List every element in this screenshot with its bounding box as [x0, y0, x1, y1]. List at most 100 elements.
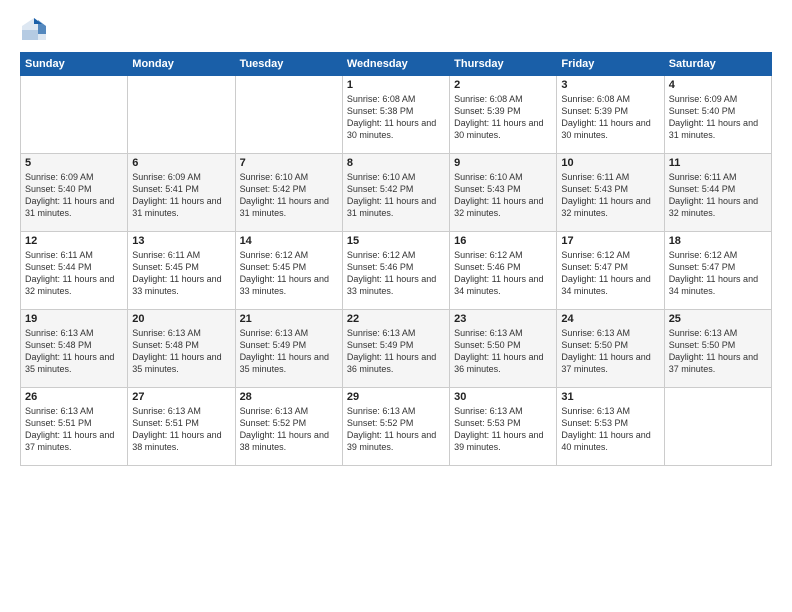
weekday-header-thursday: Thursday	[450, 53, 557, 76]
day-detail: Sunrise: 6:13 AMSunset: 5:51 PMDaylight:…	[25, 405, 123, 454]
day-number: 25	[669, 313, 767, 325]
day-number: 1	[347, 79, 445, 91]
day-detail: Sunrise: 6:09 AMSunset: 5:40 PMDaylight:…	[25, 171, 123, 220]
calendar-day-13: 13 Sunrise: 6:11 AMSunset: 5:45 PMDayligh…	[128, 232, 235, 310]
day-detail: Sunrise: 6:12 AMSunset: 5:46 PMDaylight:…	[454, 249, 552, 298]
day-detail: Sunrise: 6:09 AMSunset: 5:40 PMDaylight:…	[669, 93, 767, 142]
day-number: 7	[240, 157, 338, 169]
day-number: 17	[561, 235, 659, 247]
weekday-header-wednesday: Wednesday	[342, 53, 449, 76]
day-detail: Sunrise: 6:08 AMSunset: 5:39 PMDaylight:…	[454, 93, 552, 142]
day-number: 30	[454, 391, 552, 403]
calendar-day-18: 18 Sunrise: 6:12 AMSunset: 5:47 PMDayligh…	[664, 232, 771, 310]
calendar-day-6: 6 Sunrise: 6:09 AMSunset: 5:41 PMDaylight…	[128, 154, 235, 232]
day-detail: Sunrise: 6:12 AMSunset: 5:46 PMDaylight:…	[347, 249, 445, 298]
day-detail: Sunrise: 6:11 AMSunset: 5:44 PMDaylight:…	[25, 249, 123, 298]
calendar-day-empty	[664, 388, 771, 466]
day-detail: Sunrise: 6:12 AMSunset: 5:47 PMDaylight:…	[561, 249, 659, 298]
day-detail: Sunrise: 6:09 AMSunset: 5:41 PMDaylight:…	[132, 171, 230, 220]
day-number: 19	[25, 313, 123, 325]
calendar-day-26: 26 Sunrise: 6:13 AMSunset: 5:51 PMDayligh…	[21, 388, 128, 466]
day-number: 3	[561, 79, 659, 91]
calendar-day-19: 19Sunrise: 6:13 AMSunset: 5:48 PMDayligh…	[21, 310, 128, 388]
calendar-day-21: 21Sunrise: 6:13 AMSunset: 5:49 PMDayligh…	[235, 310, 342, 388]
calendar-week-row: 19 Sunrise: 6:13 AMSunset: 5:48 PMDayligh…	[21, 310, 772, 388]
calendar-day-11: 11Sunrise: 6:11 AMSunset: 5:44 PMDayligh…	[664, 154, 771, 232]
logo	[20, 16, 52, 44]
day-number: 20	[132, 313, 230, 325]
day-detail: Sunrise: 6:08 AMSunset: 5:38 PMDaylight:…	[347, 93, 445, 142]
day-number: 6	[132, 157, 230, 169]
calendar-day-27: 27 Sunrise: 6:13 AMSunset: 5:51 PMDayligh…	[128, 388, 235, 466]
calendar-day-5: 5 Sunrise: 6:09 AMSunset: 5:40 PMDaylight…	[21, 154, 128, 232]
day-number: 4	[669, 79, 767, 91]
calendar-day-7: 7 Sunrise: 6:10 AMSunset: 5:42 PMDaylight…	[235, 154, 342, 232]
day-number: 27	[132, 391, 230, 403]
day-detail: Sunrise: 6:13 AMSunset: 5:52 PMDaylight:…	[240, 405, 338, 454]
calendar-week-row: 5 Sunrise: 6:09 AMSunset: 5:40 PMDaylight…	[21, 154, 772, 232]
calendar-day-25: 25 Sunrise: 6:13 AMSunset: 5:50 PMDayligh…	[664, 310, 771, 388]
day-detail: Sunrise: 6:11 AMSunset: 5:43 PMDaylight:…	[561, 171, 659, 220]
day-detail: Sunrise: 6:10 AMSunset: 5:42 PMDaylight:…	[240, 171, 338, 220]
calendar-day-2: 2Sunrise: 6:08 AMSunset: 5:39 PMDaylight…	[450, 76, 557, 154]
calendar-day-12: 12 Sunrise: 6:11 AMSunset: 5:44 PMDayligh…	[21, 232, 128, 310]
day-number: 31	[561, 391, 659, 403]
weekday-header-tuesday: Tuesday	[235, 53, 342, 76]
calendar-day-empty	[21, 76, 128, 154]
calendar-day-24: 24Sunrise: 6:13 AMSunset: 5:50 PMDayligh…	[557, 310, 664, 388]
calendar-day-1: 1 Sunrise: 6:08 AMSunset: 5:38 PMDaylight…	[342, 76, 449, 154]
day-number: 26	[25, 391, 123, 403]
calendar-day-17: 17 Sunrise: 6:12 AMSunset: 5:47 PMDayligh…	[557, 232, 664, 310]
weekday-header-monday: Monday	[128, 53, 235, 76]
day-number: 15	[347, 235, 445, 247]
day-detail: Sunrise: 6:13 AMSunset: 5:49 PMDaylight:…	[347, 327, 445, 376]
calendar-day-31: 31 Sunrise: 6:13 AMSunset: 5:53 PMDayligh…	[557, 388, 664, 466]
day-detail: Sunrise: 6:08 AMSunset: 5:39 PMDaylight:…	[561, 93, 659, 142]
day-number: 28	[240, 391, 338, 403]
calendar-day-28: 28 Sunrise: 6:13 AMSunset: 5:52 PMDayligh…	[235, 388, 342, 466]
day-detail: Sunrise: 6:13 AMSunset: 5:50 PMDaylight:…	[561, 327, 659, 376]
calendar-day-14: 14 Sunrise: 6:12 AMSunset: 5:45 PMDayligh…	[235, 232, 342, 310]
day-number: 13	[132, 235, 230, 247]
day-number: 12	[25, 235, 123, 247]
calendar-week-row: 26 Sunrise: 6:13 AMSunset: 5:51 PMDayligh…	[21, 388, 772, 466]
calendar-day-empty	[128, 76, 235, 154]
day-number: 9	[454, 157, 552, 169]
day-detail: Sunrise: 6:10 AMSunset: 5:43 PMDaylight:…	[454, 171, 552, 220]
day-number: 16	[454, 235, 552, 247]
calendar-day-3: 3 Sunrise: 6:08 AMSunset: 5:39 PMDaylight…	[557, 76, 664, 154]
day-detail: Sunrise: 6:13 AMSunset: 5:51 PMDaylight:…	[132, 405, 230, 454]
day-number: 22	[347, 313, 445, 325]
weekday-header-friday: Friday	[557, 53, 664, 76]
weekday-header-sunday: Sunday	[21, 53, 128, 76]
calendar-day-20: 20 Sunrise: 6:13 AMSunset: 5:48 PMDayligh…	[128, 310, 235, 388]
calendar-day-23: 23Sunrise: 6:13 AMSunset: 5:50 PMDayligh…	[450, 310, 557, 388]
day-detail: Sunrise: 6:13 AMSunset: 5:53 PMDaylight:…	[561, 405, 659, 454]
day-detail: Sunrise: 6:11 AMSunset: 5:44 PMDaylight:…	[669, 171, 767, 220]
day-detail: Sunrise: 6:13 AMSunset: 5:52 PMDaylight:…	[347, 405, 445, 454]
day-number: 10	[561, 157, 659, 169]
day-number: 14	[240, 235, 338, 247]
day-detail: Sunrise: 6:12 AMSunset: 5:45 PMDaylight:…	[240, 249, 338, 298]
calendar-day-9: 9 Sunrise: 6:10 AMSunset: 5:43 PMDaylight…	[450, 154, 557, 232]
day-detail: Sunrise: 6:13 AMSunset: 5:50 PMDaylight:…	[669, 327, 767, 376]
day-detail: Sunrise: 6:13 AMSunset: 5:49 PMDaylight:…	[240, 327, 338, 376]
day-detail: Sunrise: 6:12 AMSunset: 5:47 PMDaylight:…	[669, 249, 767, 298]
day-detail: Sunrise: 6:13 AMSunset: 5:48 PMDaylight:…	[132, 327, 230, 376]
day-number: 23	[454, 313, 552, 325]
logo-icon	[20, 16, 48, 44]
calendar-day-15: 15 Sunrise: 6:12 AMSunset: 5:46 PMDayligh…	[342, 232, 449, 310]
calendar-day-30: 30 Sunrise: 6:13 AMSunset: 5:53 PMDayligh…	[450, 388, 557, 466]
day-detail: Sunrise: 6:11 AMSunset: 5:45 PMDaylight:…	[132, 249, 230, 298]
day-number: 29	[347, 391, 445, 403]
day-number: 18	[669, 235, 767, 247]
weekday-header-saturday: Saturday	[664, 53, 771, 76]
calendar-table: SundayMondayTuesdayWednesdayThursdayFrid…	[20, 52, 772, 466]
page-header	[20, 16, 772, 44]
calendar-day-4: 4 Sunrise: 6:09 AMSunset: 5:40 PMDaylight…	[664, 76, 771, 154]
day-detail: Sunrise: 6:13 AMSunset: 5:53 PMDaylight:…	[454, 405, 552, 454]
calendar-day-10: 10 Sunrise: 6:11 AMSunset: 5:43 PMDayligh…	[557, 154, 664, 232]
day-detail: Sunrise: 6:10 AMSunset: 5:42 PMDaylight:…	[347, 171, 445, 220]
day-number: 5	[25, 157, 123, 169]
calendar-day-16: 16 Sunrise: 6:12 AMSunset: 5:46 PMDayligh…	[450, 232, 557, 310]
